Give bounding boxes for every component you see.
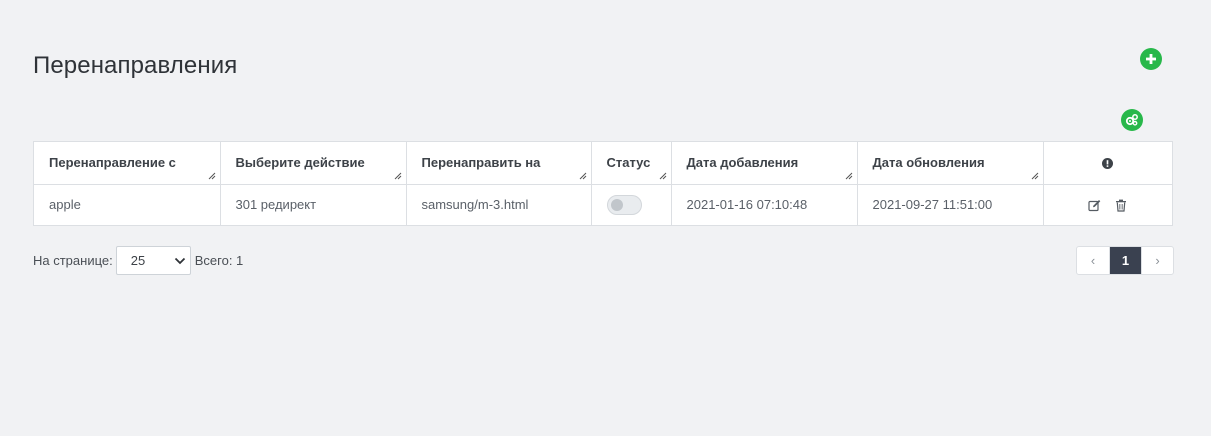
settings-button[interactable]	[1121, 109, 1143, 131]
resize-handle-icon[interactable]	[394, 172, 402, 180]
pagination: ‹ 1 ›	[1076, 246, 1174, 275]
cell-action: 301 редирект	[220, 184, 407, 225]
column-header-status[interactable]: Статус	[591, 142, 672, 185]
column-header-label: Перенаправить на	[421, 155, 541, 171]
plus-circle-icon	[1146, 54, 1156, 64]
column-header-label: Выберите действие	[235, 155, 365, 171]
page-button-current[interactable]: 1	[1109, 247, 1141, 274]
per-page-label: На странице:	[33, 253, 113, 268]
table-header-row: Перенаправление с Выберите действие Пере…	[34, 142, 1172, 185]
per-page-select[interactable]: 25	[115, 246, 191, 275]
next-page-button[interactable]: ›	[1141, 247, 1173, 274]
column-header-date-updated[interactable]: Дата обновления	[857, 142, 1044, 185]
trash-icon[interactable]	[1113, 197, 1129, 213]
info-circle-icon	[1102, 158, 1114, 170]
add-redirect-button[interactable]	[1140, 48, 1162, 70]
edit-icon[interactable]	[1087, 197, 1103, 213]
cell-actions	[1043, 184, 1172, 225]
resize-handle-icon[interactable]	[208, 172, 216, 180]
cell-date-added: 2021-01-16 07:10:48	[671, 184, 858, 225]
column-header-from[interactable]: Перенаправление с	[34, 142, 221, 185]
cell-from: apple	[34, 184, 221, 225]
page-title: Перенаправления	[33, 52, 238, 79]
resize-handle-icon[interactable]	[1031, 172, 1039, 180]
cell-status	[591, 184, 672, 225]
column-header-label: Статус	[606, 155, 651, 171]
per-page-value: 25	[130, 253, 146, 268]
cell-to: samsung/m-3.html	[406, 184, 592, 225]
column-header-label: Перенаправление с	[49, 155, 176, 171]
resize-handle-icon[interactable]	[579, 172, 587, 180]
gears-icon	[1125, 114, 1138, 126]
column-header-date-added[interactable]: Дата добавления	[671, 142, 858, 185]
column-header-label: Дата обновления	[872, 155, 985, 171]
resize-handle-icon[interactable]	[845, 172, 853, 180]
toggle-knob	[610, 198, 623, 211]
cell-date-updated: 2021-09-27 11:51:00	[857, 184, 1044, 225]
column-header-action[interactable]: Выберите действие	[220, 142, 407, 185]
table-row: apple 301 редирект samsung/m-3.html 2021…	[34, 184, 1172, 225]
status-toggle[interactable]	[606, 194, 642, 215]
prev-page-button[interactable]: ‹	[1077, 247, 1109, 274]
table-footer: На странице: 25 Всего: 1	[33, 246, 243, 275]
column-header-to[interactable]: Перенаправить на	[406, 142, 592, 185]
column-header-label: Дата добавления	[686, 155, 799, 171]
column-header-actions	[1043, 142, 1172, 185]
redirects-table: Перенаправление с Выберите действие Пере…	[33, 141, 1173, 226]
total-count: Всего: 1	[194, 253, 244, 268]
chevron-down-icon	[174, 257, 185, 264]
resize-handle-icon[interactable]	[659, 172, 667, 180]
